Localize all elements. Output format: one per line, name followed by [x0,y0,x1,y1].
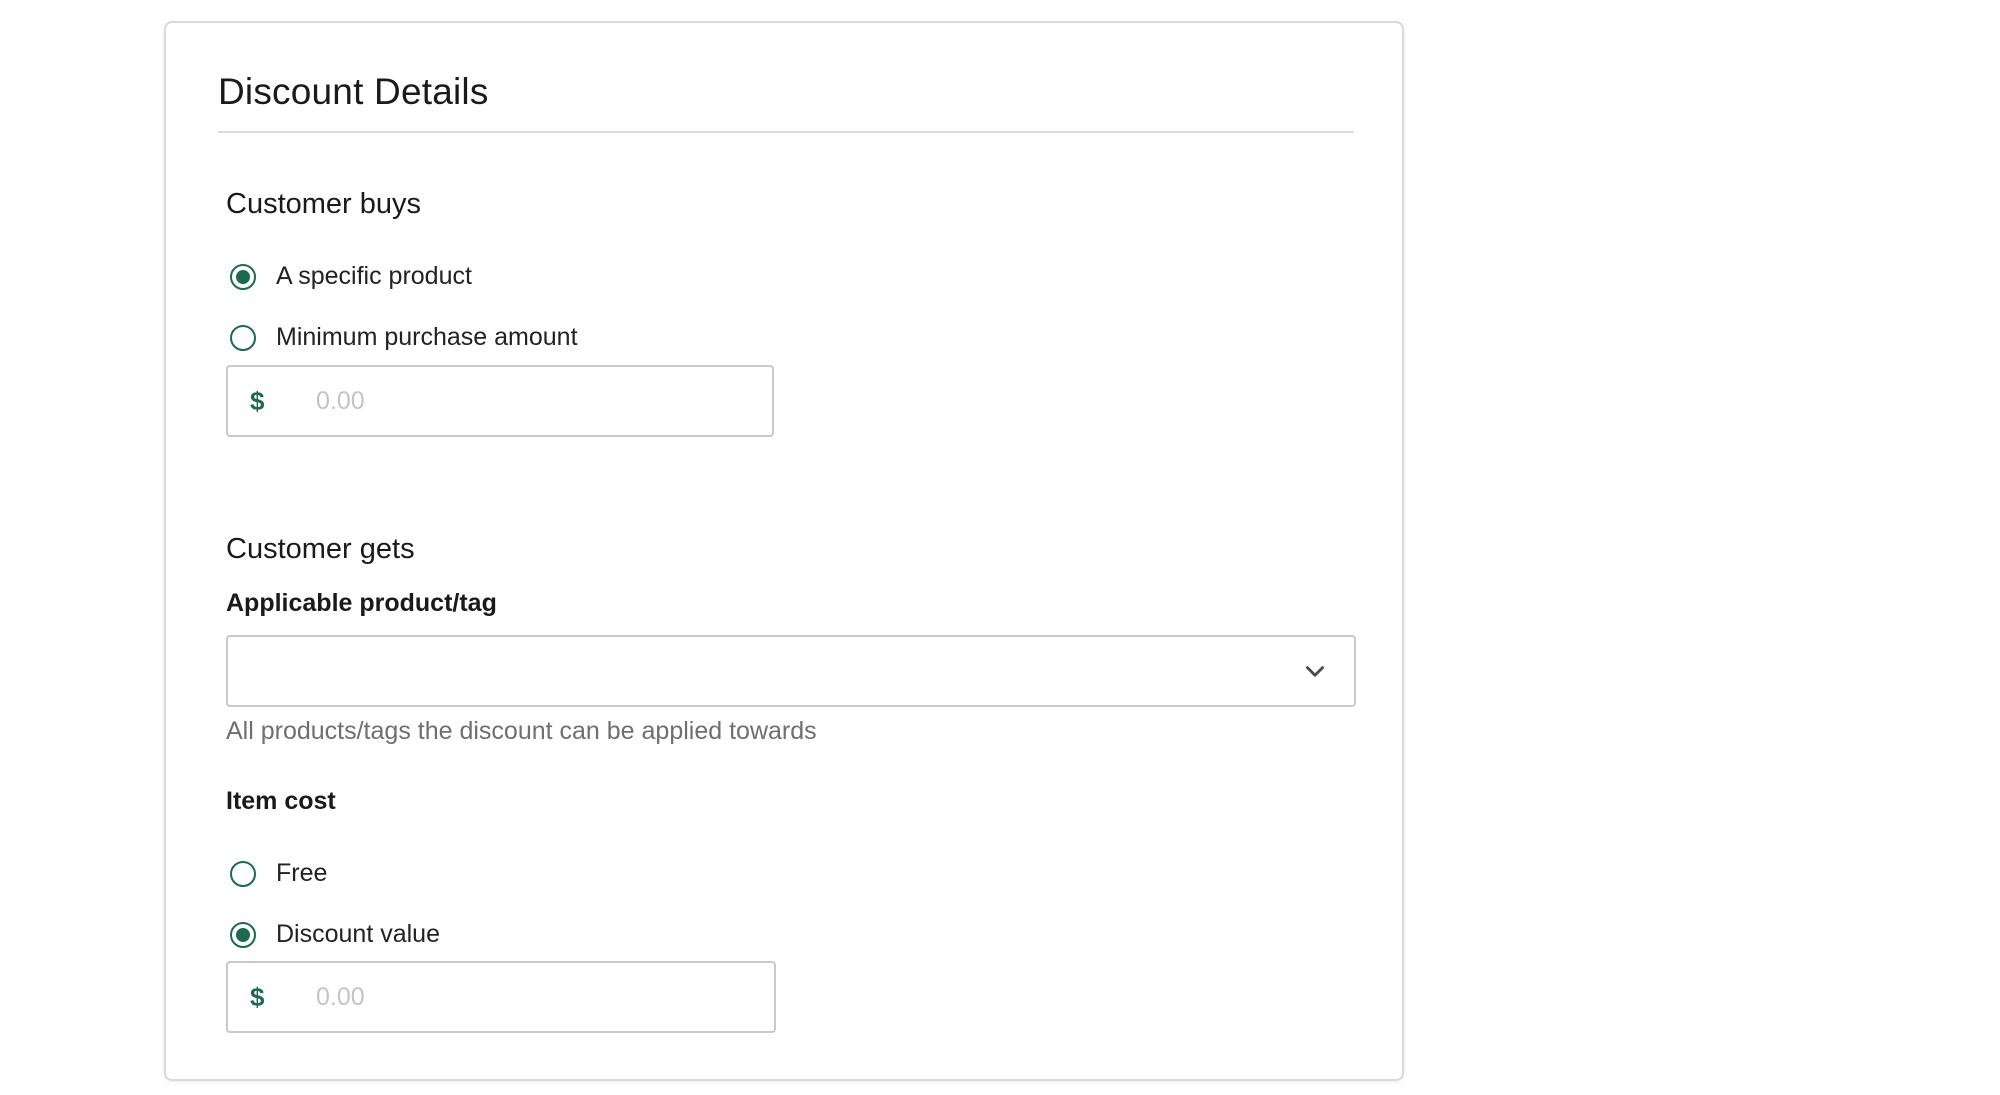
applicable-product-label: Applicable product/tag [226,589,497,617]
radio-dot [236,269,250,284]
discount-value-input[interactable] [316,982,616,1012]
radio-dot [236,927,250,942]
radio-button[interactable] [230,860,256,887]
applicable-product-helper: All products/tags the discount can be ap… [226,717,817,745]
radio-discount-value[interactable]: Discount value [230,920,440,949]
radio-label: A specific product [276,262,472,290]
radio-label: Discount value [276,920,440,948]
discount-details-card: Discount Details Customer buys A specifi… [164,21,1404,1081]
radio-specific-product[interactable]: A specific product [230,262,472,291]
customer-buys-heading: Customer buys [226,188,422,220]
currency-symbol: $ [250,981,265,1012]
radio-button-selected[interactable] [230,921,256,948]
title-divider [218,131,1354,133]
currency-symbol: $ [250,385,265,416]
radio-label: Free [276,859,328,887]
card-title: Discount Details [218,71,489,112]
minimum-purchase-amount-field[interactable]: $ [226,365,774,437]
applicable-product-select[interactable] [226,635,1356,707]
radio-free[interactable]: Free [230,859,327,888]
item-cost-label: Item cost [226,787,336,815]
radio-label: Minimum purchase amount [276,323,578,351]
minimum-purchase-amount-input[interactable] [316,386,616,416]
radio-button[interactable] [230,324,256,351]
chevron-down-icon [1306,666,1324,677]
discount-value-field[interactable]: $ [226,961,776,1033]
radio-button-selected[interactable] [230,263,256,290]
radio-minimum-purchase[interactable]: Minimum purchase amount [230,323,578,352]
customer-gets-heading: Customer gets [226,533,415,565]
